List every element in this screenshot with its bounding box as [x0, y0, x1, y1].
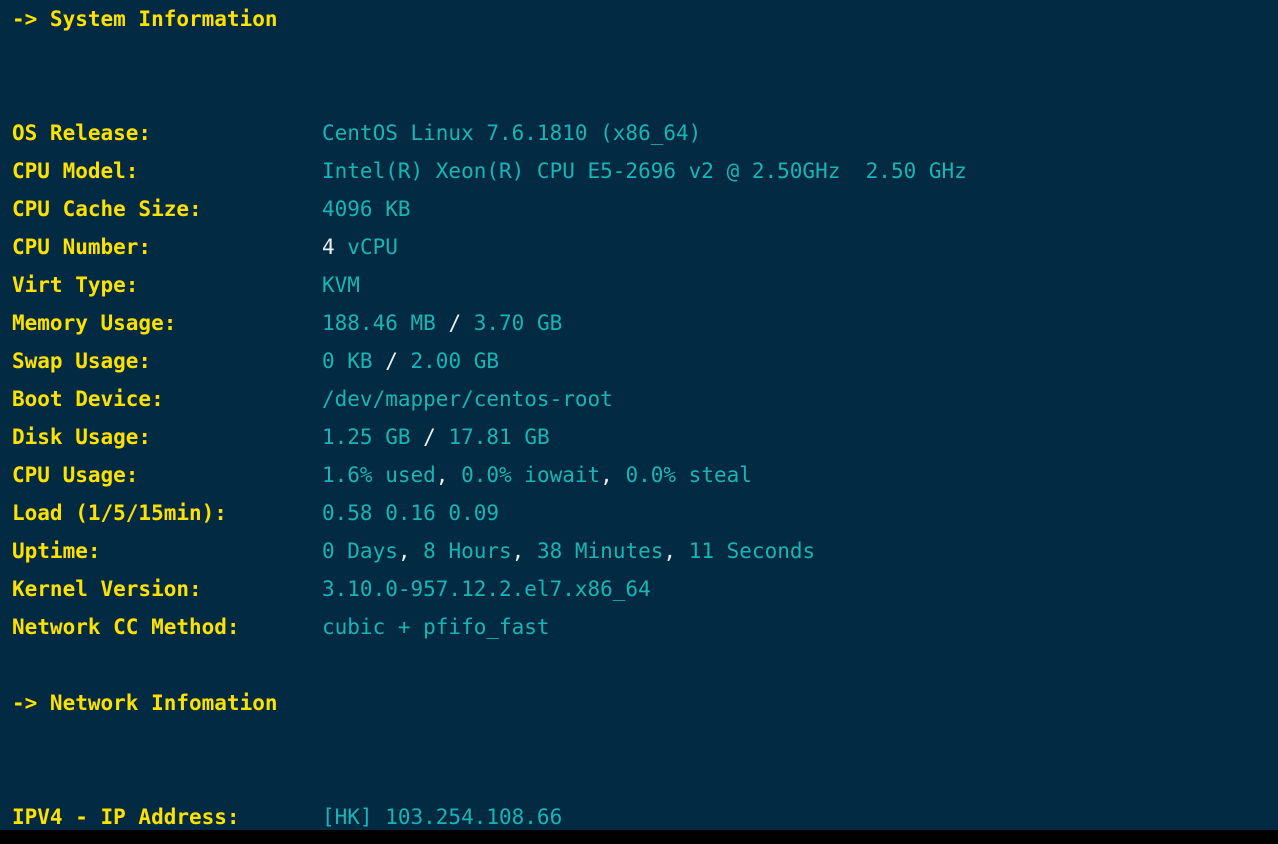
value-memory-used: 188.46 MB [322, 311, 449, 335]
separator-slash: / [423, 425, 436, 449]
value-uptime-seconds: 11 Seconds [676, 539, 816, 563]
value-ipv4-ip-address: [HK] 103.254.108.66 [322, 805, 563, 829]
label-virt-type: Virt Type: [12, 273, 139, 297]
label-load-average: Load (1/5/15min): [12, 501, 227, 525]
row-cpu-usage: CPU Usage: 1.6% used, 0.0% iowait, 0.0% s… [0, 456, 1278, 494]
terminal-window: -> System Information OS Release: CentOS … [0, 0, 1278, 830]
label-ipv4-ip-address: IPV4 - IP Address: [12, 805, 240, 829]
network-information-heading: -> Network Infomation [12, 691, 278, 715]
value-uptime-days: 0 Days [322, 539, 398, 563]
separator-comma: , [600, 463, 613, 487]
separator-comma: , [435, 463, 449, 487]
value-disk-total: 17.81 GB [435, 425, 550, 449]
label-memory-usage: Memory Usage: [12, 311, 177, 335]
label-kernel-version: Kernel Version: [12, 577, 202, 601]
value-cpu-model: Intel(R) Xeon(R) CPU E5-2696 v2 @ 2.50GH… [322, 159, 967, 183]
label-os-release: OS Release: [12, 121, 152, 145]
value-disk-used: 1.25 GB [322, 425, 424, 449]
row-ipv4-ip-address: IPV4 - IP Address: [HK] 103.254.108.66 [0, 798, 1278, 830]
value-swap-used: 0 KB [322, 349, 386, 373]
row-uptime: Uptime: 0 Days, 8 Hours, 38 Minutes, 11 S… [0, 532, 1278, 570]
bottom-bar [0, 830, 1278, 844]
separator-comma: , [663, 539, 677, 563]
row-os-release: OS Release: CentOS Linux 7.6.1810 (x86_64… [0, 114, 1278, 152]
row-cpu-number: CPU Number: 4 vCPU [0, 228, 1278, 266]
value-cpu-cache-size: 4096 KB [322, 197, 411, 221]
value-virt-type: KVM [322, 273, 360, 297]
row-cpu-cache-size: CPU Cache Size: 4096 KB [0, 190, 1278, 228]
separator-slash: / [385, 349, 398, 373]
value-boot-device: /dev/mapper/centos-root [322, 387, 613, 411]
value-cpu-number-count: 4 [322, 235, 335, 259]
separator-comma: , [511, 539, 525, 563]
system-information-heading: -> System Information [12, 7, 278, 31]
label-swap-usage: Swap Usage: [12, 349, 152, 373]
row-boot-device: Boot Device: /dev/mapper/centos-root [0, 380, 1278, 418]
row-disk-usage: Disk Usage: 1.25 GB / 17.81 GB [0, 418, 1278, 456]
value-swap-total: 2.00 GB [397, 349, 500, 373]
value-cpu-number-unit: vCPU [334, 235, 398, 259]
row-network-cc-method: Network CC Method: cubic + pfifo_fast [0, 608, 1278, 646]
value-kernel-version: 3.10.0-957.12.2.el7.x86_64 [322, 577, 651, 601]
row-kernel-version: Kernel Version: 3.10.0-957.12.2.el7.x86_6… [0, 570, 1278, 608]
value-cpu-iowait: 0.0% iowait [448, 463, 601, 487]
row-swap-usage: Swap Usage: 0 KB / 2.00 GB [0, 342, 1278, 380]
value-network-cc-method: cubic + pfifo_fast [322, 615, 550, 639]
label-disk-usage: Disk Usage: [12, 425, 152, 449]
label-boot-device: Boot Device: [12, 387, 164, 411]
label-uptime: Uptime: [12, 539, 101, 563]
row-cpu-model: CPU Model: Intel(R) Xeon(R) CPU E5-2696 v… [0, 152, 1278, 190]
label-cpu-cache-size: CPU Cache Size: [12, 197, 202, 221]
value-os-release: CentOS Linux 7.6.1810 (x86_64) [322, 121, 702, 145]
value-load-average: 0.58 0.16 0.09 [322, 501, 500, 525]
value-cpu-used: 1.6% used [322, 463, 436, 487]
row-virt-type: Virt Type: KVM [0, 266, 1278, 304]
label-cpu-number: CPU Number: [12, 235, 152, 259]
label-network-cc-method: Network CC Method: [12, 615, 240, 639]
value-cpu-steal: 0.0% steal [612, 463, 752, 487]
separator-slash: / [448, 311, 462, 335]
label-cpu-model: CPU Model: [12, 159, 139, 183]
label-cpu-usage: CPU Usage: [12, 463, 139, 487]
separator-comma: , [397, 539, 411, 563]
value-uptime-hours: 8 Hours [410, 539, 512, 563]
value-uptime-minutes: 38 Minutes [524, 539, 664, 563]
row-memory-usage: Memory Usage: 188.46 MB / 3.70 GB [0, 304, 1278, 342]
row-load-average: Load (1/5/15min): 0.58 0.16 0.09 [0, 494, 1278, 532]
value-memory-total: 3.70 GB [461, 311, 563, 335]
